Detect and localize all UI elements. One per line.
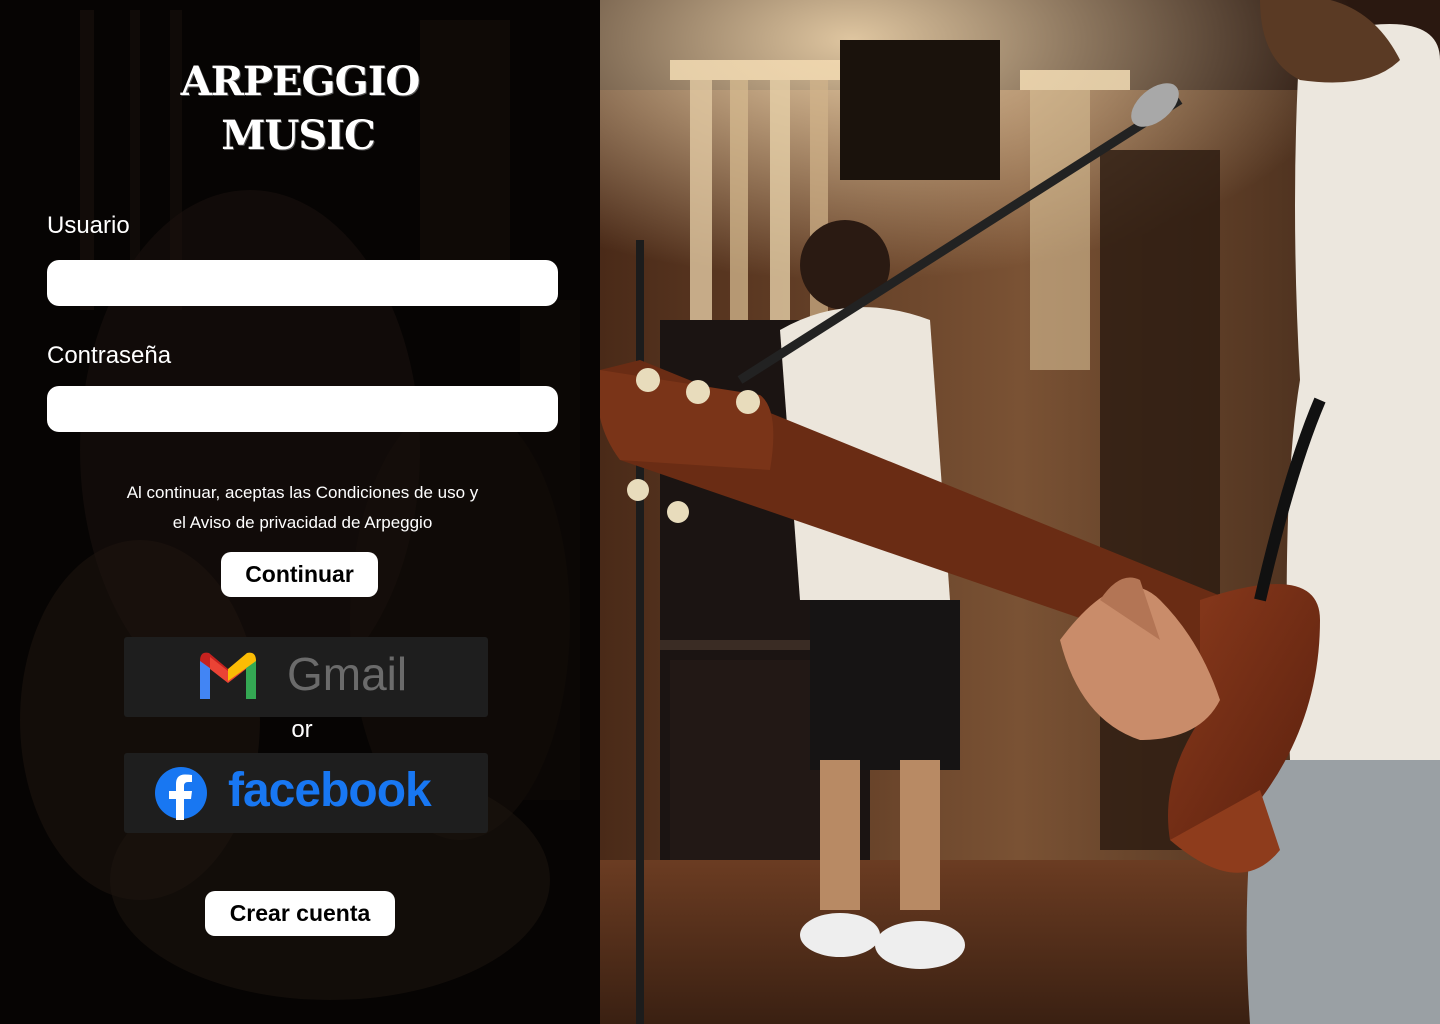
or-separator: or	[291, 716, 313, 743]
terms-notice: Al continuar, aceptas las Condiciones de…	[100, 478, 505, 538]
login-page: ARPEGGIO MUSIC Usuario Contraseña Al con…	[0, 0, 1440, 1024]
logo-line-2: MUSIC	[221, 112, 376, 159]
continue-button[interactable]: Continuar	[221, 552, 378, 597]
facebook-login-button[interactable]: facebook	[124, 753, 488, 833]
logo-line-1: ARPEGGIO	[180, 58, 421, 105]
facebook-logo-icon	[155, 767, 207, 820]
hero-photo-musicians	[600, 0, 1440, 1024]
login-panel: ARPEGGIO MUSIC Usuario Contraseña Al con…	[0, 0, 600, 1024]
username-input[interactable]	[47, 260, 558, 306]
gmail-logo-icon	[200, 652, 256, 699]
facebook-label: facebook	[228, 764, 432, 817]
username-label: Usuario	[47, 212, 130, 239]
arpeggio-music-logo: ARPEGGIO MUSIC	[180, 54, 421, 166]
gmail-label: Gmail	[287, 648, 408, 700]
terms-line-2: el Aviso de privacidad de Arpeggio	[172, 513, 433, 532]
terms-line-1: Al continuar, aceptas las Condiciones de…	[126, 483, 479, 502]
password-input[interactable]	[47, 386, 558, 432]
create-account-button[interactable]: Crear cuenta	[205, 891, 395, 936]
gmail-login-button[interactable]: Gmail	[124, 637, 488, 717]
musician-illustration	[600, 0, 1440, 1024]
password-label: Contraseña	[47, 342, 172, 369]
